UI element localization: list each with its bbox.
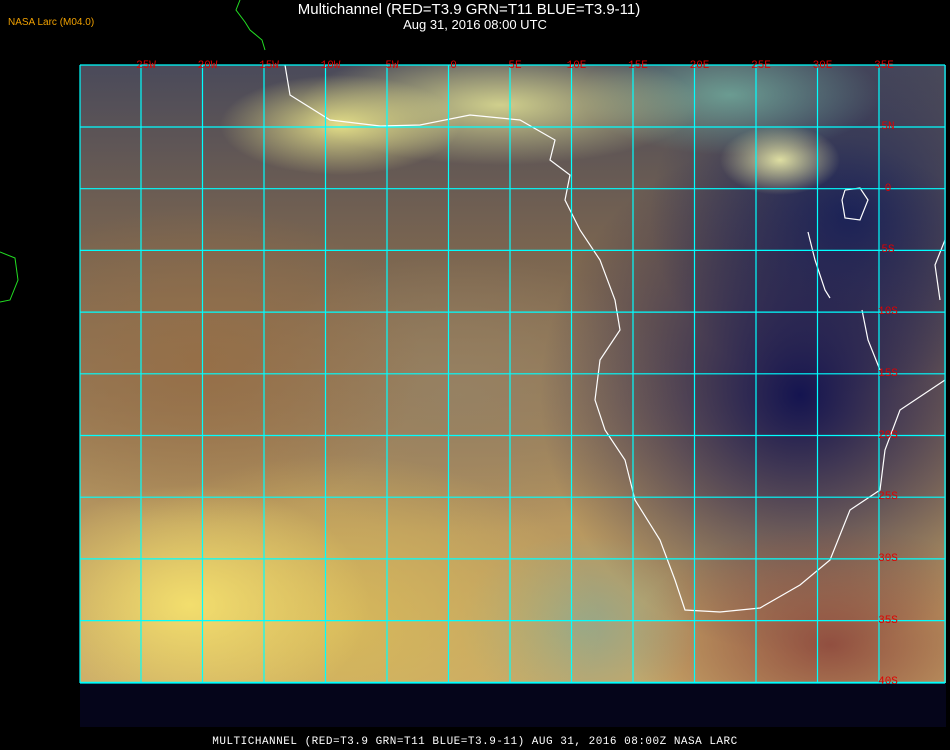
latitude-label: 30S: [878, 552, 898, 565]
longitude-label: 10E: [566, 60, 587, 72]
footer-caption: MULTICHANNEL (RED=T3.9 GRN=T11 BLUE=T3.9…: [212, 736, 738, 748]
latitude-label: 25S: [878, 491, 898, 504]
latitude-label: 5S: [881, 244, 895, 257]
latitude-label: 5N: [881, 121, 895, 133]
longitude-label: 15E: [628, 60, 648, 72]
longitude-label: 25W: [136, 60, 156, 72]
longitude-label: 15W: [259, 60, 279, 72]
longitude-label: 0: [450, 60, 457, 72]
latitude-label: 35S: [878, 614, 898, 627]
longitude-label: 25E: [751, 60, 771, 72]
longitude-label: 20E: [689, 60, 710, 72]
latitude-label: 0: [884, 182, 892, 195]
longitude-label: 20W: [197, 60, 218, 72]
longitude-label: 35E: [874, 60, 894, 72]
latitude-label: 15S: [878, 367, 898, 380]
longitude-label: 5E: [508, 60, 522, 72]
latitude-label: 40S: [878, 676, 898, 689]
longitude-label: 10W: [320, 60, 341, 72]
longitude-label: 5W: [385, 60, 399, 72]
longitude-label: 30E: [812, 60, 833, 72]
latitude-label: 20S: [878, 429, 898, 442]
lat-lon-grid: [79, 64, 946, 684]
latitude-label: 10S: [878, 306, 898, 319]
